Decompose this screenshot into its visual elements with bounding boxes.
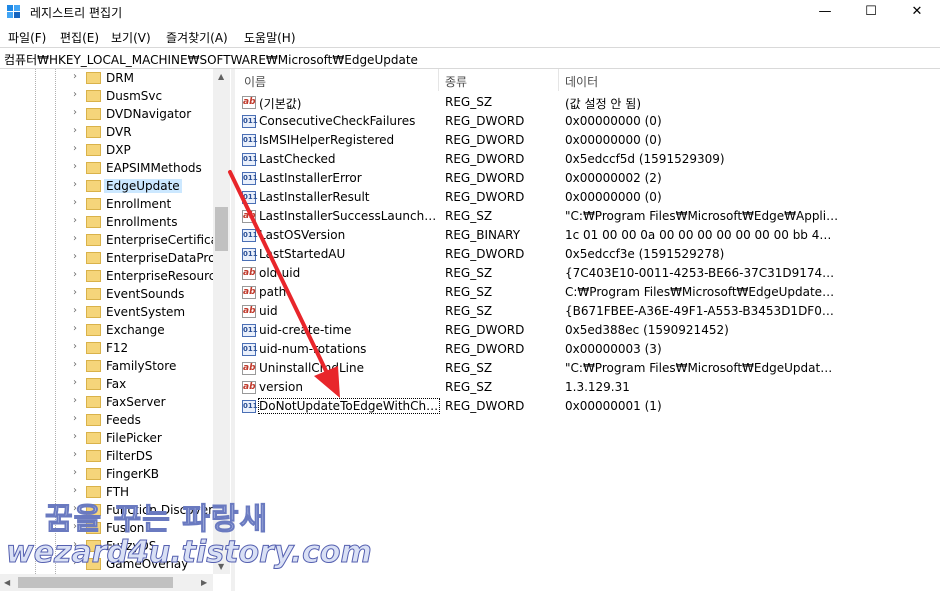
annotation-arrow-head-icon: [314, 366, 340, 398]
watermark-url: wezard4u.tistory.com: [6, 535, 373, 571]
watermark-title: 꿈을 꾸는 파랑새: [44, 502, 269, 538]
annotation-arrow-shaft: [228, 170, 330, 377]
